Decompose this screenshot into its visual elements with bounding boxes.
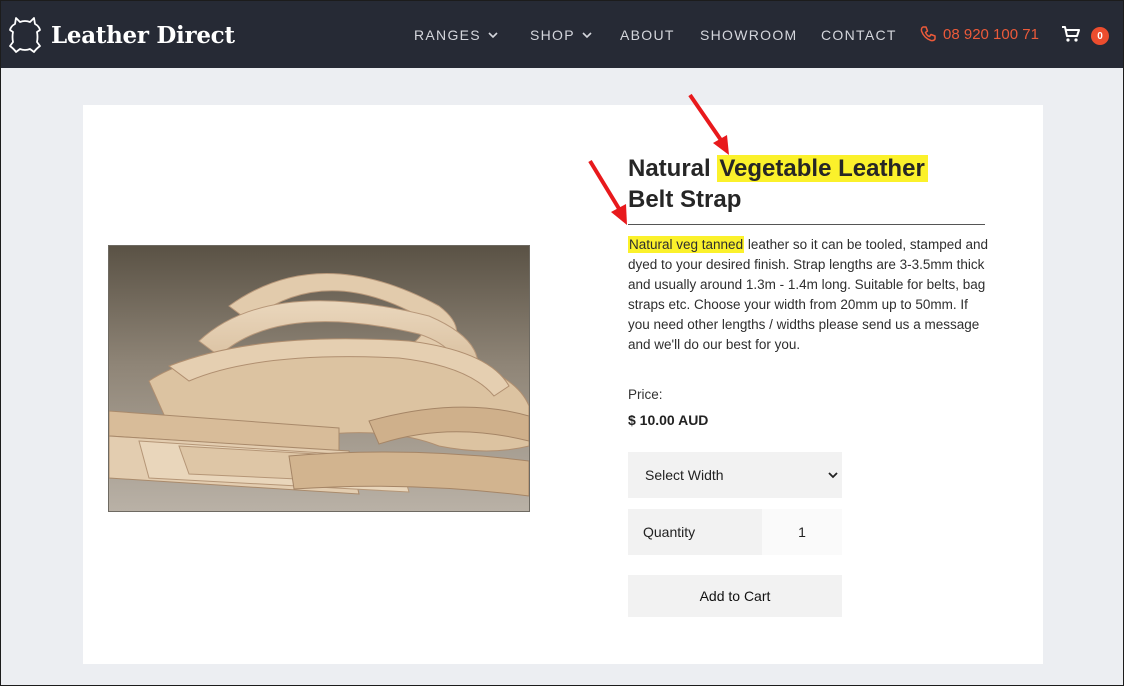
leather-strap-photo — [109, 246, 529, 511]
quantity-label: Quantity — [628, 509, 762, 555]
nav-about-label: ABOUT — [620, 27, 675, 43]
cart-count-badge: 0 — [1091, 27, 1109, 45]
width-select-value: Select Width — [645, 467, 724, 483]
nav-ranges-label: RANGES — [414, 27, 481, 43]
cart-button[interactable] — [1061, 25, 1081, 43]
nav-showroom-label: SHOWROOM — [700, 27, 798, 43]
nav-contact[interactable]: CONTACT — [821, 27, 897, 43]
nav-showroom[interactable]: SHOWROOM — [700, 27, 798, 43]
quantity-input[interactable]: 1 — [762, 509, 842, 555]
description-highlight: Natural veg tanned — [628, 236, 745, 253]
quantity-row: Quantity 1 — [628, 509, 842, 555]
phone-link[interactable]: 08 920 100 71 — [919, 25, 1039, 43]
phone-number: 08 920 100 71 — [943, 25, 1039, 43]
description-text: leather so it can be tooled, stamped and… — [628, 237, 988, 352]
cart-icon — [1062, 26, 1080, 42]
chevron-down-icon — [828, 472, 838, 479]
nav-contact-label: CONTACT — [821, 27, 897, 43]
title-divider — [628, 224, 985, 225]
product-title: Natural Vegetable Leather Belt Strap — [628, 153, 988, 215]
title-text-2: Belt Strap — [628, 186, 742, 213]
nav-about[interactable]: ABOUT — [620, 27, 675, 43]
chevron-down-icon — [582, 32, 592, 39]
add-to-cart-button[interactable]: Add to Cart — [628, 575, 842, 617]
price-label: Price: — [628, 387, 663, 402]
nav-ranges[interactable]: RANGES — [414, 27, 499, 43]
price-value: $ 10.00 AUD — [628, 412, 709, 428]
nav-shop[interactable]: SHOP — [530, 27, 593, 43]
product-description: Natural veg tanned leather so it can be … — [628, 235, 988, 355]
product-card: Natural Vegetable Leather Belt Strap Nat… — [83, 105, 1043, 664]
site-header: Leather Direct RANGES SHOP ABOUT SHOWROO… — [1, 1, 1123, 68]
title-highlight: Vegetable Leather — [717, 155, 928, 182]
width-select[interactable]: Select Width — [628, 452, 842, 498]
phone-icon — [920, 26, 936, 42]
arrow-annotation-icon — [688, 93, 729, 155]
page-frame: Leather Direct RANGES SHOP ABOUT SHOWROO… — [0, 0, 1124, 686]
product-image[interactable] — [108, 245, 530, 512]
chevron-down-icon — [488, 32, 498, 39]
arrow-annotation-icon — [588, 159, 627, 225]
nav-shop-label: SHOP — [530, 27, 575, 43]
